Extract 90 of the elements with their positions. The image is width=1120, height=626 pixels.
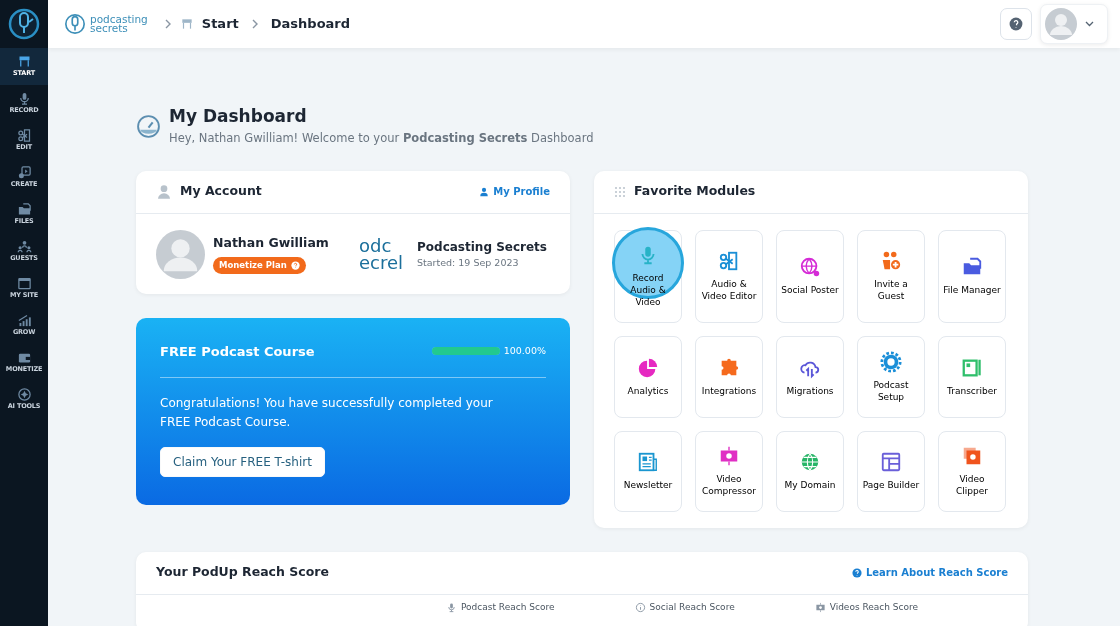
module-tile[interactable]: Migrations <box>776 335 844 418</box>
chevron-icon <box>163 19 172 29</box>
module-tile[interactable]: Analytics <box>614 335 682 418</box>
module-tile[interactable]: My Domain <box>776 430 844 512</box>
help-icon <box>290 261 300 270</box>
speedometer-icon <box>136 114 161 140</box>
people-icon <box>16 239 32 255</box>
film-icon <box>814 601 826 613</box>
module-tile[interactable]: Social Poster <box>776 229 844 323</box>
module-label: Invite a Guest <box>873 278 909 303</box>
chevron-down-icon <box>1085 21 1094 27</box>
module-label: Social Poster <box>781 284 839 297</box>
module-label: Record Audio & Video <box>629 271 667 309</box>
module-label: Video Compressor <box>701 473 757 498</box>
module-tile[interactable]: Audio & Video Editor <box>695 229 763 323</box>
module-label: Video Clipper <box>955 473 989 498</box>
logo-text: secrets <box>90 24 128 34</box>
score-label: Social Reach Score <box>649 600 735 614</box>
avatar-icon <box>1045 8 1077 40</box>
browser-window-icon <box>16 276 32 292</box>
module-tile[interactable]: Newsletter <box>614 430 682 512</box>
user-icon <box>156 183 172 200</box>
module-tile[interactable]: Invite a Guest <box>857 229 925 323</box>
add-person-icon <box>880 250 902 272</box>
globe-icon <box>799 256 821 279</box>
progress-value: 100.00% <box>503 344 546 359</box>
video-stack-icon <box>961 445 983 467</box>
reach-score-link[interactable]: Learn About Reach Score <box>851 565 1008 581</box>
play-icon <box>16 165 32 181</box>
scissors-icon <box>16 128 32 144</box>
module-tile[interactable]: Record Audio & Video <box>614 229 682 323</box>
breadcrumb-item: Dashboard <box>270 15 351 34</box>
module-label: Analytics <box>627 384 669 397</box>
help-button[interactable] <box>1000 8 1032 40</box>
module-label: Newsletter <box>623 479 673 492</box>
user-name: Nathan Gwilliam <box>213 234 330 253</box>
info-icon <box>634 601 646 613</box>
logo-icon <box>8 8 40 40</box>
profile-link[interactable]: My Profile <box>479 184 550 200</box>
course-title: FREE Podcast Course <box>160 342 315 361</box>
module-label: File Manager <box>943 284 1001 297</box>
module-tile[interactable]: Podcast Setup <box>857 335 925 418</box>
module-label: Transcriber <box>947 384 997 397</box>
breadcrumb-item[interactable]: Start <box>201 14 239 34</box>
bar-chart-icon <box>16 313 32 329</box>
module-label: Podcast Setup <box>872 378 910 403</box>
module-tile[interactable]: Video Compressor <box>695 430 763 512</box>
module-label: Page Builder <box>862 479 920 492</box>
podcast-name: Podcasting Secrets <box>417 239 547 256</box>
user-icon <box>479 186 490 197</box>
barrier-icon <box>179 17 194 31</box>
film-icon <box>718 445 740 467</box>
score-label: Podcast Reach Score <box>461 600 555 614</box>
avatar-icon <box>156 229 205 279</box>
page-title: My Dashboard <box>169 106 308 127</box>
module-label: Migrations <box>786 384 834 397</box>
module-tile[interactable]: Video Clipper <box>938 430 1006 512</box>
globe-icon <box>799 451 821 474</box>
logo-text: odc <box>359 237 392 255</box>
help-icon <box>1009 17 1023 31</box>
module-label: My Domain <box>784 479 836 492</box>
welcome-text: Hey, Nathan Gwilliam! Welcome to your Podcasting Secrets Dashboard <box>169 130 594 148</box>
newspaper-icon <box>637 451 659 474</box>
logo-text: ecrel <box>359 254 405 272</box>
module-tile[interactable]: Page Builder <box>857 430 925 512</box>
microphone-icon <box>446 601 457 613</box>
card-title: Favorite Modules <box>634 182 756 201</box>
chevron-icon <box>250 19 259 29</box>
module-tile[interactable]: Integrations <box>695 335 763 418</box>
module-tile[interactable]: Transcriber <box>938 335 1006 418</box>
claim-button[interactable]: Claim Your FREE T-shirt <box>160 446 325 477</box>
score-label: Videos Reach Score <box>829 600 919 614</box>
plan-badge: Monetize Plan <box>213 257 306 274</box>
card-title: Your PodUp Reach Score <box>156 563 329 582</box>
logo-icon <box>64 13 86 35</box>
folder-icon <box>16 202 32 218</box>
module-label: Integrations <box>701 384 757 397</box>
logo-text: podcasting <box>90 14 148 24</box>
pie-chart-icon <box>637 356 659 379</box>
page-layout-icon <box>880 451 902 474</box>
card-title: My Account <box>180 182 262 201</box>
start-date: Started: 19 Sep 2023 <box>417 256 520 270</box>
gear-icon <box>880 350 902 373</box>
help-icon <box>851 567 862 578</box>
course-message: Congratulations! You have successfully completed your FREE Podcast Course. <box>160 395 494 432</box>
grid-icon <box>614 185 626 198</box>
module-label: Audio & Video Editor <box>700 278 758 303</box>
scissors-icon <box>718 250 740 272</box>
module-tile[interactable]: File Manager <box>938 229 1006 323</box>
sparkle-icon <box>16 387 32 403</box>
